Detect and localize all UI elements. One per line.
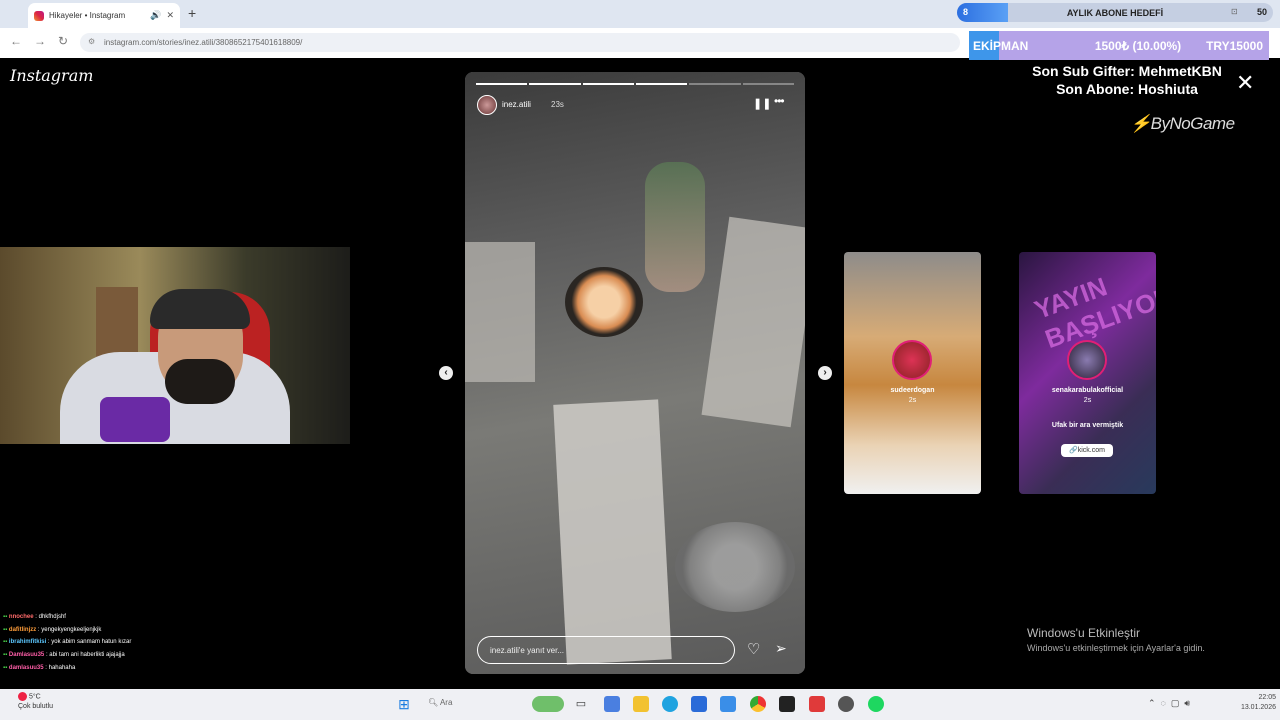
story-viewer[interactable]: inez.atili 23s ❚❚ ••• inez.atili'e yanıt… xyxy=(465,72,805,674)
avatar[interactable] xyxy=(477,95,497,115)
story-progress-segment xyxy=(476,83,528,85)
subscriber-goal-bar: 8 AYLIK ABONE HEDEFİ ⊡ 50 xyxy=(957,3,1273,22)
clock-time: 22:05 xyxy=(1258,694,1276,701)
chat-username: Damlasuu35 xyxy=(8,652,45,659)
tab-close-icon[interactable]: ✕ xyxy=(166,10,174,21)
goal-title: AYLIK ABONE HEDEFİ xyxy=(1066,8,1164,18)
weather-temp: 5°C xyxy=(28,693,41,701)
equipment-amount: 1500₺ (10.00%) xyxy=(1094,38,1182,53)
sponsor-name: ByNoGame xyxy=(1150,114,1235,133)
more-options-icon[interactable]: ••• xyxy=(774,94,785,108)
next-story-button[interactable]: › xyxy=(818,366,832,380)
previous-story-button[interactable]: ‹ xyxy=(439,366,453,380)
chat-text: abi tam ani haberlikti ajajajja xyxy=(49,652,125,659)
chat-message: ▪▪ ibrahimfitkisi : yok abim sanmam hatu… xyxy=(3,639,132,646)
chat-message: ▪▪ dafitlinjzz : yengekyengkeeljenjkjk xyxy=(3,626,102,633)
preview-banner-text: YAYIN BAŞLIYOR xyxy=(1030,271,1156,355)
clock[interactable]: 22:05 13.01.2026 xyxy=(1224,693,1276,713)
activation-watermark-title: Windows'u Etkinleştir xyxy=(1027,626,1140,640)
search-placeholder: Ara xyxy=(439,698,453,707)
widgets-icon[interactable] xyxy=(532,696,564,712)
tab-title: Hikayeler • Instagram xyxy=(49,11,126,20)
chat-username: dafitlinjzz xyxy=(8,626,37,633)
activation-watermark-subtitle: Windows'u etkinleştirmek için Ayarlar'a … xyxy=(1027,643,1205,653)
url-field[interactable]: ⚙ instagram.com/stories/inez.atili/38086… xyxy=(80,33,960,52)
folder-icon[interactable] xyxy=(633,696,649,712)
edge-icon[interactable] xyxy=(662,696,678,712)
pause-icon[interactable]: ❚❚ xyxy=(753,97,771,110)
search-icon: 🔍︎ xyxy=(428,698,439,707)
chat-username: damlasuu35 xyxy=(8,664,44,671)
equipment-target: TRY15000 xyxy=(1206,38,1263,53)
chat-text: dhkfhdjshf xyxy=(38,614,66,620)
sub-info-overlay: Son Sub Gifter: MehmetKBN Son Abone: Hos… xyxy=(1022,62,1232,98)
preview-username: sudeerdogan xyxy=(890,387,935,394)
app-icon[interactable] xyxy=(691,696,707,712)
avatar xyxy=(892,340,932,380)
speaker-icon[interactable]: 🔊 xyxy=(150,10,161,21)
weather-desc: Çok bulutlu xyxy=(18,703,54,711)
back-button[interactable]: ← xyxy=(10,34,22,48)
story-preview[interactable]: YAYIN BAŞLIYOR senakarabulakofficial 2s … xyxy=(1019,252,1156,494)
preview-caption: Ufak bir ara vermiştik xyxy=(1051,422,1124,429)
heart-icon[interactable]: ♡ xyxy=(747,640,760,658)
stream-chat: ▪▪ nnochee : dhkfhdjshf ▪▪ dafitlinjzz : … xyxy=(0,610,230,674)
weather-widget[interactable]: 5°C Çok bulutlu xyxy=(18,692,53,712)
new-tab-button[interactable]: + xyxy=(188,5,196,21)
chat-message: ▪▪ Damlasuu35 : abi tam ani haberlikti a… xyxy=(3,652,125,659)
app-icon[interactable] xyxy=(720,696,736,712)
avatar xyxy=(1067,340,1107,380)
story-progress-segment xyxy=(742,83,794,85)
spotify-icon[interactable] xyxy=(868,696,884,712)
taskbar-search[interactable]: 🔍︎ Ara xyxy=(428,698,452,707)
bolt-icon: ⚡ xyxy=(1130,114,1151,133)
preview-username: senakarabulakofficial xyxy=(1051,387,1124,394)
last-subscriber-text: Son Abone: Hoshiuta xyxy=(1056,81,1198,97)
sponsor-logo: ⚡ByNoGame xyxy=(1130,114,1235,134)
chat-message: ▪▪ nnochee : dhkfhdjshf xyxy=(3,614,66,620)
preview-time: 2s xyxy=(1083,397,1092,404)
story-progress-segment xyxy=(582,83,634,85)
equipment-label: EKİPMAN xyxy=(973,38,1029,53)
app-icon[interactable] xyxy=(809,696,825,712)
webcam-feed xyxy=(0,247,350,444)
obs-icon[interactable] xyxy=(838,696,854,712)
story-preview[interactable]: sudeerdogan 2s xyxy=(844,252,981,494)
chat-text: hahahaha xyxy=(48,664,76,671)
site-info-icon[interactable]: ⚙ xyxy=(88,37,95,46)
browser-tab[interactable]: Hikayeler • Instagram 🔊 ✕ xyxy=(28,3,180,28)
reload-button[interactable]: ↻ xyxy=(58,34,68,48)
system-tray[interactable]: ⌃ ◌ ▢ 🔊︎ xyxy=(1148,698,1190,709)
reply-input[interactable]: inez.atili'e yanıt ver... xyxy=(477,636,735,664)
chat-message: ▪▪ damlasuu35 : hahahaha xyxy=(3,664,76,671)
clock-date: 13.01.2026 xyxy=(1240,704,1276,711)
instagram-logo[interactable]: Instagram xyxy=(10,66,93,85)
store-icon[interactable] xyxy=(604,696,620,712)
chat-text: yok abim sanmam hatun kızar xyxy=(51,639,132,646)
app-icon[interactable] xyxy=(779,696,795,712)
chrome-icon[interactable] xyxy=(750,696,766,712)
start-icon[interactable]: ⊞ xyxy=(396,696,412,712)
story-time: 23s xyxy=(551,100,564,109)
task-view-icon[interactable]: ▭ xyxy=(573,696,589,712)
preview-link-sticker: 🔗kick.com xyxy=(1061,444,1113,457)
forward-button[interactable]: → xyxy=(34,34,46,48)
equipment-goal-bar: EKİPMAN 1500₺ (10.00%) TRY15000 xyxy=(969,31,1269,60)
last-gifter-text: Son Sub Gifter: MehmetKBN xyxy=(1032,63,1222,79)
send-icon[interactable]: ➢ xyxy=(775,640,787,657)
url-text: instagram.com/stories/inez.atili/3808652… xyxy=(104,38,303,47)
chat-text: yengekyengkeeljenjkjk xyxy=(41,626,102,633)
goal-target: 50 xyxy=(1256,7,1267,17)
story-progress-segment xyxy=(689,83,741,85)
goal-marker-icon: ⊡ xyxy=(1231,7,1238,16)
chat-username: nnochee xyxy=(8,614,34,620)
weather-icon xyxy=(18,692,27,701)
story-username[interactable]: inez.atili xyxy=(502,100,531,109)
chat-username: ibrahimfitkisi xyxy=(8,639,47,646)
preview-time: 2s xyxy=(908,397,917,404)
instagram-favicon-icon xyxy=(34,10,44,21)
story-progress-segment xyxy=(636,83,688,85)
story-progress-segment xyxy=(529,83,581,85)
close-icon[interactable]: ✕ xyxy=(1236,70,1254,96)
